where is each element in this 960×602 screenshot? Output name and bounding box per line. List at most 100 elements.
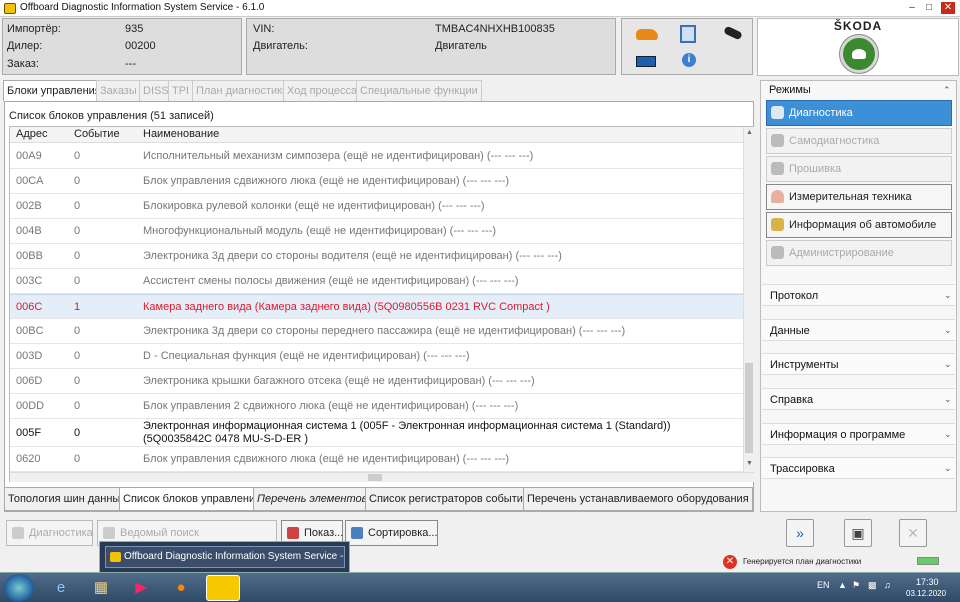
section-tools[interactable]: Инструменты ⌄ bbox=[762, 353, 955, 375]
sort-button[interactable]: Сортировка... bbox=[345, 520, 438, 546]
chevron-down-icon[interactable]: ⌄ bbox=[944, 429, 952, 440]
table-row[interactable]: 00A9 0 Исполнительный механизм симпозера (… bbox=[10, 144, 743, 169]
chevron-down-icon[interactable]: ⌄ bbox=[944, 394, 952, 405]
modes-title[interactable]: Режимы bbox=[769, 84, 811, 96]
taskbar-preview-item[interactable]: Offboard Diagnostic Information System S… bbox=[105, 546, 345, 582]
scroll-up-icon[interactable]: ▲ bbox=[746, 129, 753, 136]
table-row[interactable]: 00BB 0 Электроника 3д двери со стороны вод… bbox=[10, 244, 743, 269]
table-row[interactable]: 003C 0 Ассистент смены полосы движения (ещ… bbox=[10, 269, 743, 294]
window-title: Offboard Diagnostic Information System S… bbox=[20, 2, 265, 13]
table-row[interactable]: 004B 0 Многофункциональный модуль (ещё не … bbox=[10, 219, 743, 244]
mode-label: Администрирование bbox=[789, 247, 894, 259]
row-address: 004B bbox=[16, 225, 42, 237]
engine-value: Двигатель bbox=[435, 40, 487, 52]
clock-date[interactable]: 03.12.2020 bbox=[906, 589, 946, 598]
tab-bus-topology[interactable]: Топология шин данных bbox=[4, 487, 130, 511]
section-protocol[interactable]: Протокол ⌄ bbox=[762, 284, 955, 306]
stethoscope-icon bbox=[771, 106, 784, 119]
title-bar: Offboard Diagnostic Information System S… bbox=[0, 0, 960, 17]
sort-icon bbox=[351, 527, 363, 539]
app-icon bbox=[110, 552, 121, 562]
close-icon[interactable]: ✕ bbox=[941, 2, 955, 14]
info-icon[interactable]: i bbox=[682, 53, 696, 67]
clock-time[interactable]: 17:30 bbox=[916, 577, 939, 587]
dealer-info-box: Импортёр: 935 Дилер: 00200 Заказ: --- bbox=[2, 18, 242, 75]
tab-installed-equipment[interactable]: Перечень устанавливаемого оборудования bbox=[523, 487, 753, 511]
table-row[interactable]: 0620 0 Блок управления сдвижного люка (ещё… bbox=[10, 447, 743, 472]
mode-label: Самодиагностика bbox=[789, 135, 880, 147]
table-row[interactable]: 00CA 0 Блок управления сдвижного люка (ещё… bbox=[10, 169, 743, 194]
row-event: 0 bbox=[74, 400, 81, 412]
row-name: Многофункциональный модуль (ещё не идент… bbox=[143, 225, 497, 237]
section-about[interactable]: Информация о программе ⌄ bbox=[762, 423, 955, 445]
taskbar-preview-popup[interactable]: Offboard Diagnostic Information System S… bbox=[99, 541, 350, 582]
forward-icon[interactable]: » bbox=[786, 519, 814, 547]
tab-special-functions[interactable]: Специальные функции bbox=[356, 80, 482, 101]
row-address: 0620 bbox=[16, 453, 41, 465]
section-help[interactable]: Справка ⌄ bbox=[762, 388, 955, 410]
media-player-icon[interactable]: ▶ bbox=[124, 575, 158, 601]
scroll-down-icon[interactable]: ▼ bbox=[746, 460, 753, 467]
tab-diagnostic-plan[interactable]: План диагностики bbox=[192, 80, 293, 101]
table-row[interactable]: 00DD 0 Блок управления 2 сдвижного люка (е… bbox=[10, 394, 743, 419]
volume-icon[interactable]: ♫ bbox=[884, 580, 891, 590]
table-row-selected[interactable]: 006C 1 Камера заднего вида (Камера заднего… bbox=[10, 294, 743, 319]
chevron-down-icon[interactable]: ⌄ bbox=[944, 359, 952, 370]
row-event: 0 bbox=[74, 250, 81, 262]
diagnostics-button[interactable]: Диагностика bbox=[6, 520, 93, 546]
control-units-list[interactable]: Адрес Событие Наименование 00A9 0 Исполнит… bbox=[9, 126, 754, 482]
mode-flashing-button[interactable]: Прошивка bbox=[766, 156, 952, 182]
tab-control-unit-list[interactable]: Список блоков управления bbox=[119, 487, 266, 511]
flash-icon bbox=[771, 162, 784, 175]
show-button-label: Показ... bbox=[304, 527, 344, 539]
cancel-icon[interactable]: ✕ bbox=[899, 519, 927, 547]
tab-component-list[interactable]: Перечень элементов bbox=[253, 487, 372, 511]
file-explorer-icon[interactable]: ▦ bbox=[84, 575, 118, 601]
flag-icon[interactable]: ⚑ bbox=[852, 580, 860, 591]
section-tracing[interactable]: Трассировка ⌄ bbox=[762, 457, 955, 479]
chevron-down-icon[interactable]: ⌄ bbox=[944, 463, 952, 474]
mode-diagnostics-button[interactable]: Диагностика bbox=[766, 100, 952, 126]
horizontal-scrollbar[interactable] bbox=[10, 472, 754, 482]
chevron-up-icon[interactable]: ⌃ bbox=[943, 85, 951, 96]
mode-self-diagnostics-button[interactable]: Самодиагностика bbox=[766, 128, 952, 154]
column-header-address[interactable]: Адрес bbox=[16, 128, 48, 140]
section-label: Справка bbox=[770, 394, 814, 406]
section-data[interactable]: Данные ⌄ bbox=[762, 319, 955, 341]
scrollbar-thumb[interactable] bbox=[745, 363, 753, 453]
mode-administration-button[interactable]: Администрирование bbox=[766, 240, 952, 266]
tab-event-recorders[interactable]: Список регистраторов событий bbox=[365, 487, 534, 511]
hscroll-thumb[interactable] bbox=[368, 474, 382, 481]
table-row[interactable]: 005F 0 Электронная информационная система … bbox=[10, 419, 743, 447]
tab-orders[interactable]: Заказы bbox=[96, 80, 141, 101]
diagnostics-icon bbox=[12, 527, 24, 539]
tab-tpi[interactable]: TPI bbox=[168, 80, 194, 101]
table-row[interactable]: 00BC 0 Электроника 3д двери со стороны пер… bbox=[10, 319, 743, 344]
mode-measurement-button[interactable]: Измерительная техника bbox=[766, 184, 952, 210]
vertical-scrollbar[interactable]: ▲ ▼ bbox=[743, 127, 754, 472]
language-indicator[interactable]: EN bbox=[817, 580, 830, 590]
table-row[interactable]: 006D 0 Электроника крышки багажного отсека… bbox=[10, 369, 743, 394]
tab-process[interactable]: Ход процесса bbox=[283, 80, 362, 101]
tab-control-units[interactable]: Блоки управления bbox=[3, 80, 105, 101]
start-button[interactable] bbox=[4, 574, 34, 602]
order-label: Заказ: bbox=[7, 58, 39, 70]
table-row[interactable]: 003D 0 D - Специальная функция (ещё не иде… bbox=[10, 344, 743, 369]
maximize-icon[interactable]: □ bbox=[922, 2, 936, 14]
tray-chevron-icon[interactable]: ▲ bbox=[838, 580, 847, 590]
row-address: 002B bbox=[16, 200, 42, 212]
minimize-icon[interactable]: – bbox=[905, 2, 919, 14]
fit-view-icon[interactable]: ▣ bbox=[844, 519, 872, 547]
row-address: 00CA bbox=[16, 175, 44, 187]
firefox-icon[interactable]: ● bbox=[164, 575, 198, 601]
chevron-down-icon[interactable]: ⌄ bbox=[944, 325, 952, 336]
internet-explorer-icon[interactable]: e bbox=[44, 575, 78, 601]
chevron-down-icon[interactable]: ⌄ bbox=[944, 290, 952, 301]
mode-vehicle-info-button[interactable]: Информация об автомобиле bbox=[766, 212, 952, 238]
table-row[interactable]: 002B 0 Блокировка рулевой колонки (ещё не … bbox=[10, 194, 743, 219]
mode-label: Информация об автомобиле bbox=[789, 219, 937, 231]
odis-app-icon[interactable] bbox=[206, 575, 240, 601]
column-header-name[interactable]: Наименование bbox=[143, 128, 219, 140]
column-header-event[interactable]: Событие bbox=[74, 128, 120, 140]
network-tray-icon[interactable]: ▩ bbox=[868, 580, 877, 591]
